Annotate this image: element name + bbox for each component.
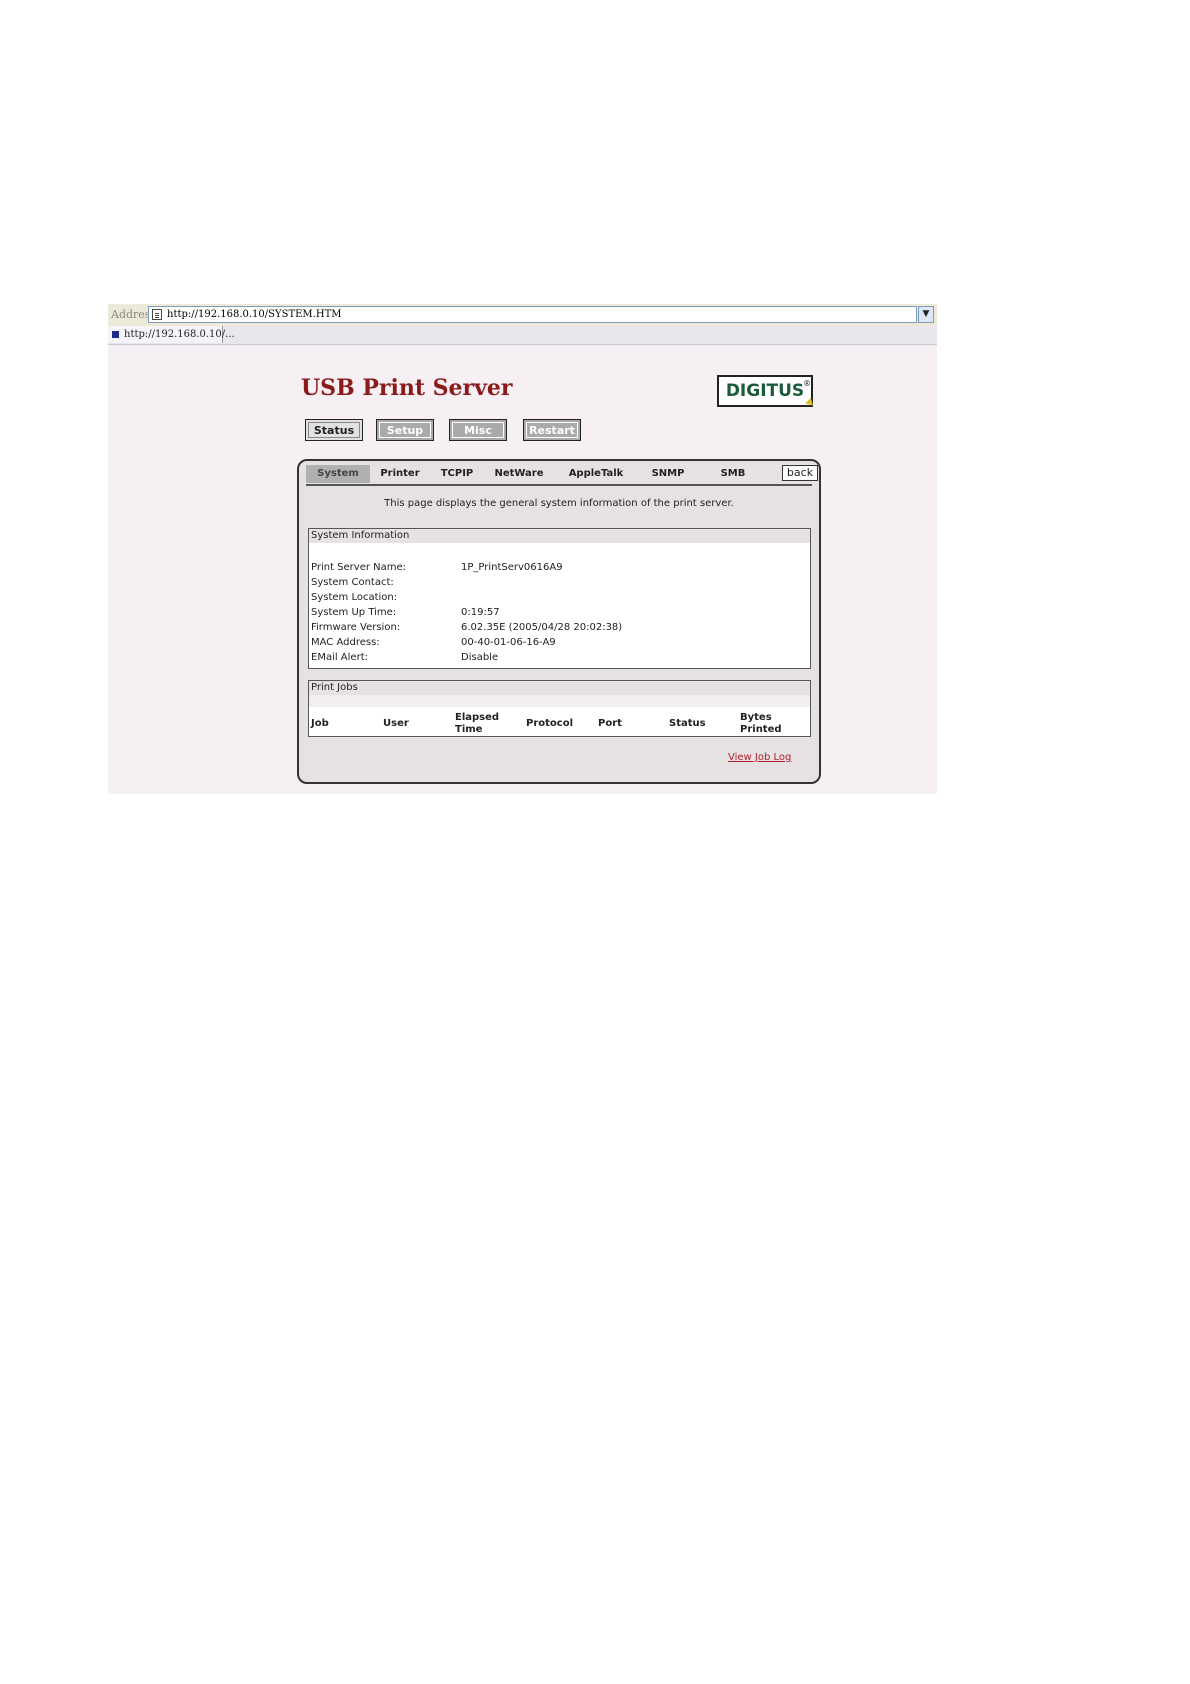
tab-snmp[interactable]: SNMP (642, 465, 694, 483)
tab-smb[interactable]: SMB (708, 465, 758, 483)
page-icon (152, 309, 162, 320)
status-button[interactable]: Status (305, 419, 363, 441)
info-label-system-contact: System Contact: (311, 577, 394, 588)
tab-tcpip[interactable]: TCPIP (432, 465, 482, 483)
column-protocol: Protocol (526, 718, 574, 729)
info-label-mac-address: MAC Address: (311, 637, 380, 648)
tab-printer[interactable]: Printer (372, 465, 428, 483)
column-port: Port (598, 718, 622, 729)
column-bytes-line1: Bytes (740, 712, 772, 723)
print-jobs-heading: Print Jobs (309, 681, 810, 695)
tab-appletalk[interactable]: AppleTalk (558, 465, 634, 483)
page-title: USB Print Server (301, 375, 513, 401)
browser-tab[interactable]: http://192.168.0.10/... (108, 326, 235, 343)
column-job: Job (311, 718, 329, 729)
tab-system[interactable]: System (306, 465, 370, 483)
browser-tab-label: http://192.168.0.10/... (124, 329, 235, 340)
subnav-divider (306, 484, 812, 486)
page-description: This page displays the general system in… (384, 498, 734, 509)
info-label-email-alert: EMail Alert: (311, 652, 368, 663)
content-panel: System Printer TCPIP NetWare AppleTalk S… (297, 459, 821, 784)
misc-button[interactable]: Misc (449, 419, 507, 441)
tab-netware[interactable]: NetWare (486, 465, 552, 483)
info-value-system-up-time: 0:19:57 (461, 607, 500, 618)
print-jobs-box: Print Jobs Job User Elapsed Time Protoco… (308, 680, 811, 737)
info-label-print-server-name: Print Server Name: (311, 562, 407, 573)
column-user: User (383, 718, 409, 729)
info-value-email-alert: Disable (461, 652, 499, 663)
info-label-system-up-time: System Up Time: (311, 607, 397, 618)
info-label-firmware-version: Firmware Version: (311, 622, 401, 633)
restart-button-label: Restart (526, 422, 578, 438)
info-value-mac-address: 00-40-01-06-16-A9 (461, 637, 556, 648)
digitus-logo: DIGITUS ® (717, 375, 816, 409)
info-label-system-location: System Location: (311, 592, 398, 603)
address-input[interactable]: http://192.168.0.10/SYSTEM.HTM (148, 306, 917, 323)
misc-button-label: Misc (452, 422, 504, 438)
tab-favicon-icon (112, 331, 119, 338)
browser-screenshot: Address http://192.168.0.10/SYSTEM.HTM ▼… (108, 304, 937, 794)
address-bar: Address http://192.168.0.10/SYSTEM.HTM ▼ (108, 304, 937, 327)
logo-text: DIGITUS (725, 381, 805, 401)
column-bytes-line2: Printed (740, 724, 782, 735)
column-elapsed-line2: Time (455, 724, 483, 735)
column-status: Status (669, 718, 706, 729)
column-elapsed-line1: Elapsed (455, 712, 500, 723)
setup-button-label: Setup (379, 422, 431, 438)
system-information-box: System Information Print Server Name: 1P… (308, 528, 811, 669)
chevron-down-icon[interactable]: ▼ (918, 306, 934, 323)
view-job-log-link[interactable]: View Job Log (728, 752, 791, 763)
setup-button[interactable]: Setup (376, 419, 434, 441)
status-button-label: Status (308, 422, 360, 438)
info-value-firmware-version: 6.02.35E (2005/04/28 20:02:38) (461, 622, 623, 633)
back-button[interactable]: back (782, 465, 818, 481)
print-jobs-spacer (309, 695, 810, 707)
address-url[interactable]: http://192.168.0.10/SYSTEM.HTM (167, 309, 341, 320)
system-information-heading: System Information (309, 529, 810, 543)
tab-bar: http://192.168.0.10/... (108, 326, 937, 345)
info-value-print-server-name: 1P_PrintServ0616A9 (461, 562, 563, 573)
registered-icon: ® (803, 379, 811, 388)
restart-button[interactable]: Restart (523, 419, 581, 441)
sub-navigation: System Printer TCPIP NetWare AppleTalk S… (306, 465, 818, 483)
